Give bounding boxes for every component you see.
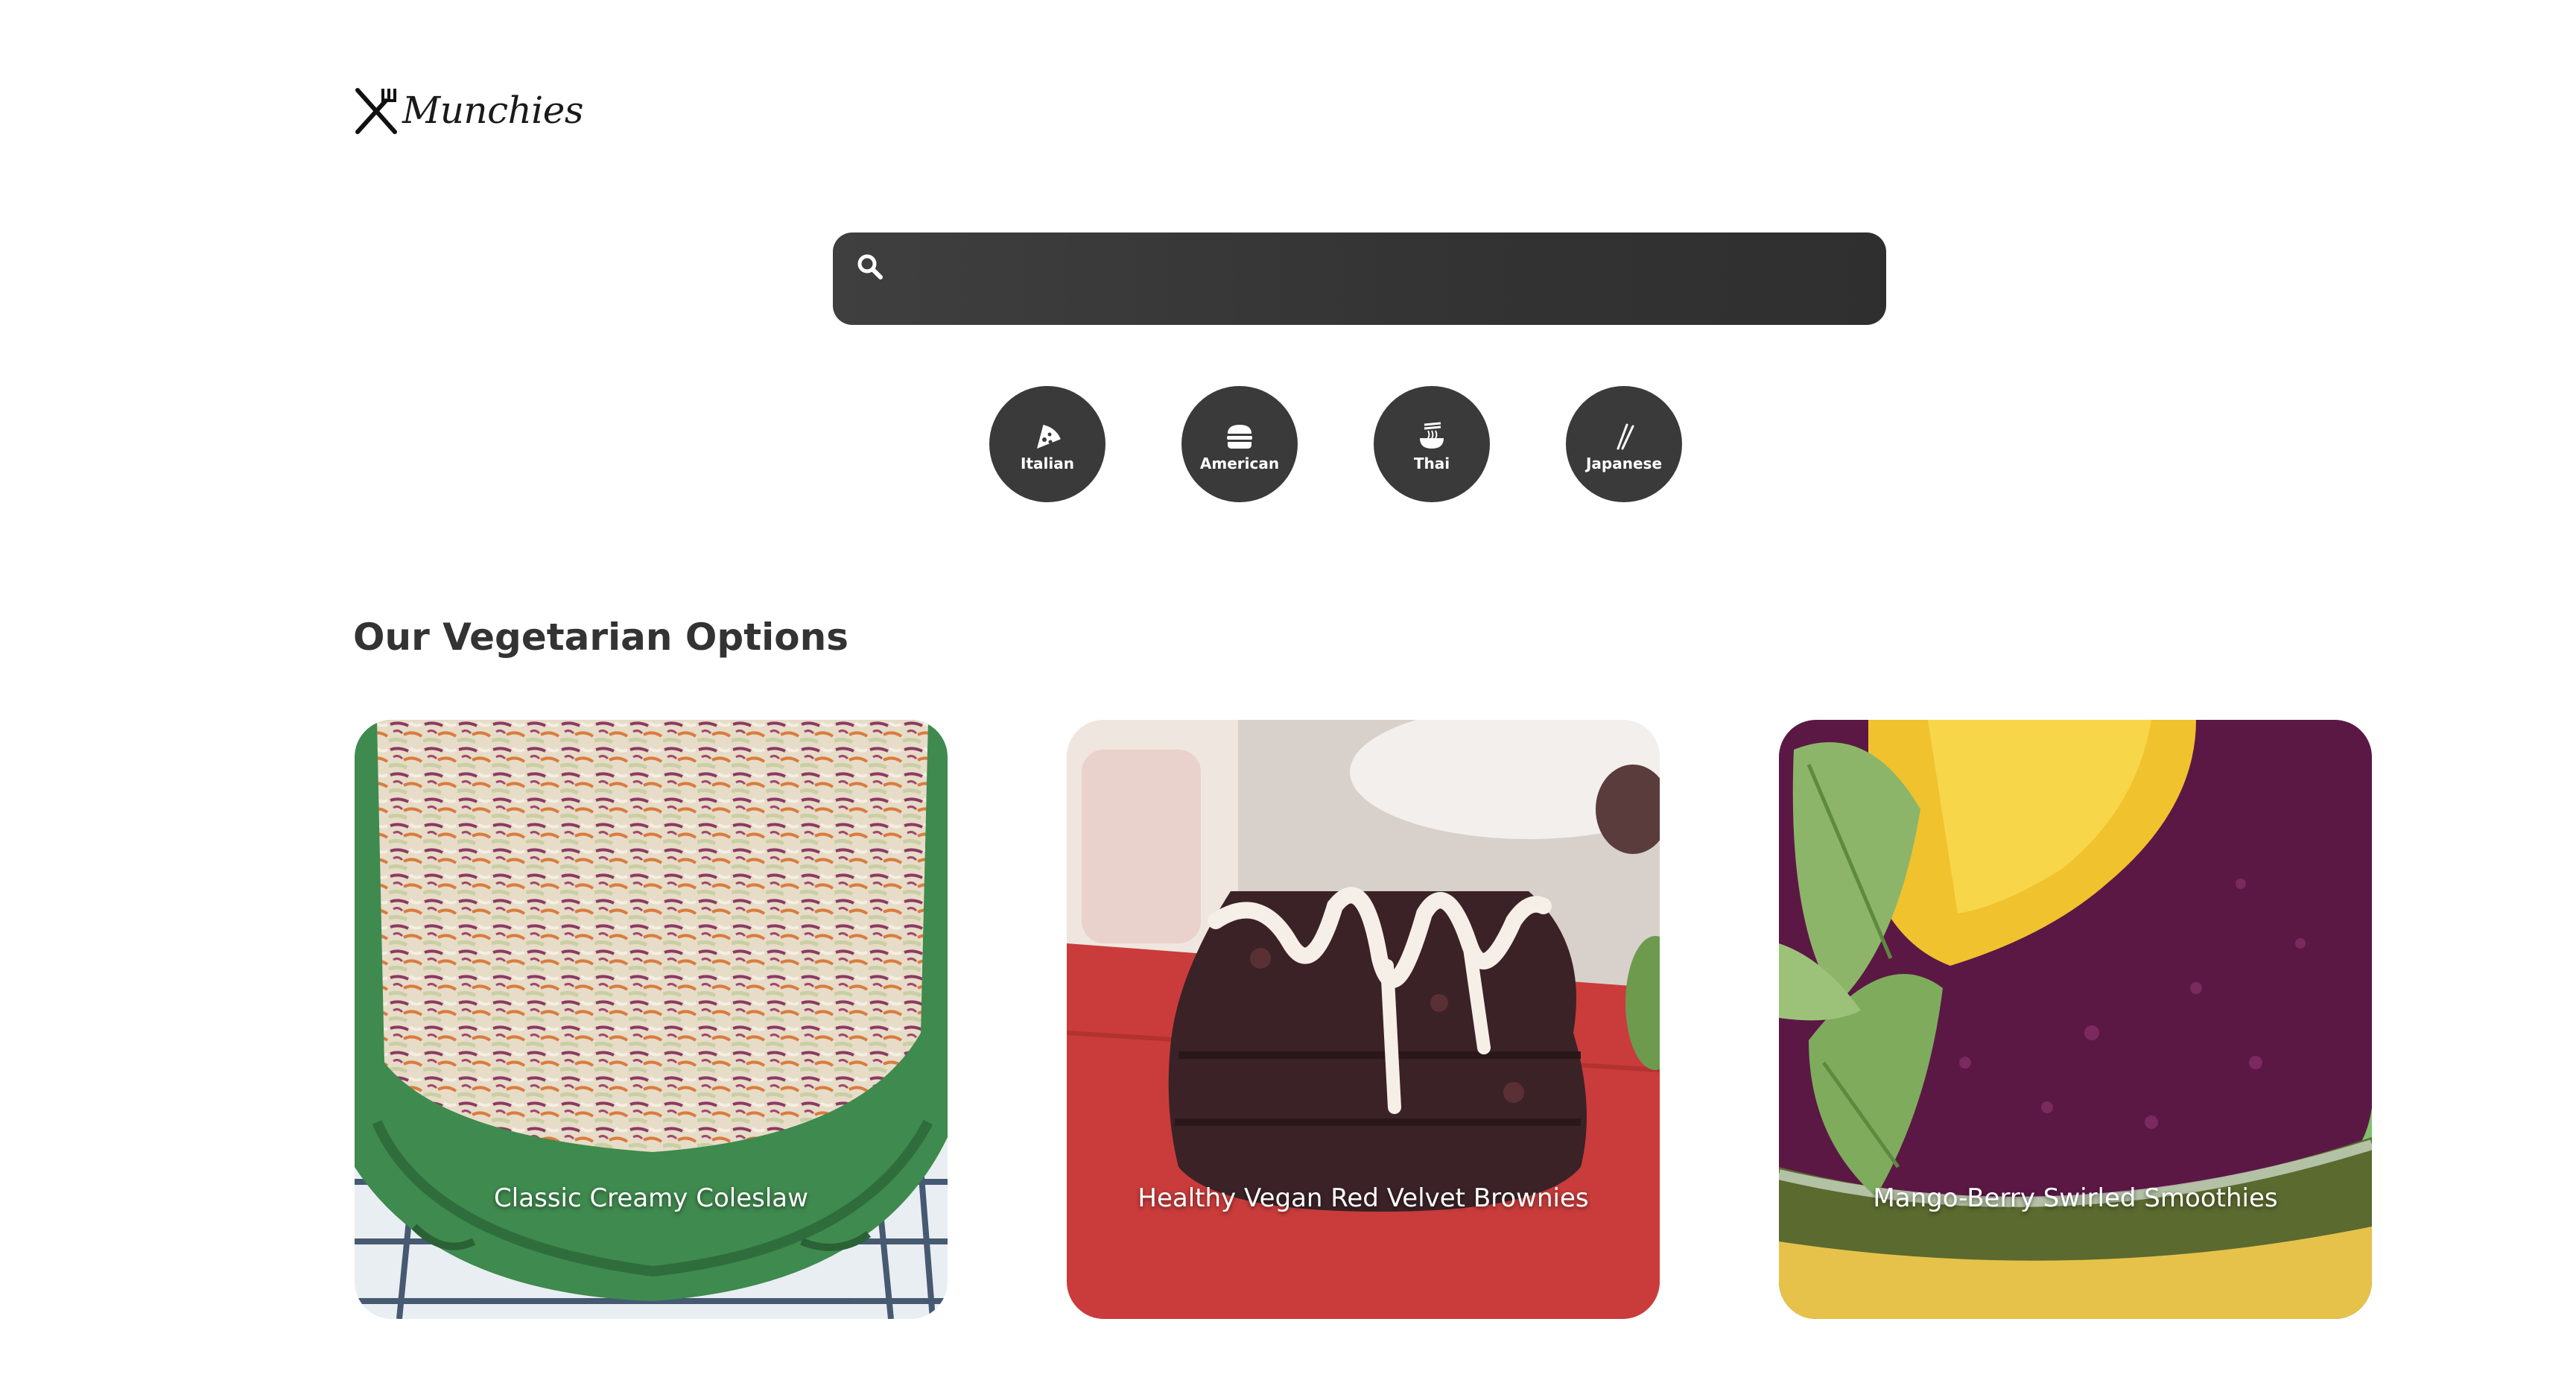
recipe-title: Mango-Berry Swirled Smoothies	[1873, 1183, 2278, 1213]
chopsticks-icon	[1617, 423, 1634, 450]
noodle-bowl-icon	[1420, 422, 1444, 449]
search-input[interactable]	[900, 232, 1871, 326]
recipe-title: Classic Creamy Coleslaw	[494, 1183, 808, 1213]
pizza-icon	[1037, 425, 1061, 449]
cuisine-button-japanese[interactable]: Japanese	[1566, 386, 1682, 502]
cuisine-label: Thai	[1413, 455, 1450, 472]
section-title: Our Vegetarian Options	[353, 616, 848, 659]
recipe-image-brownies	[1067, 720, 1660, 1319]
burger-icon	[1227, 425, 1252, 449]
logo-text: Munchies	[402, 89, 584, 132]
cuisine-label: Italian	[1021, 455, 1074, 472]
cuisine-button-thai[interactable]: Thai	[1374, 386, 1490, 502]
recipe-image-smoothies	[1779, 720, 2372, 1319]
recipe-card-brownies[interactable]: Healthy Vegan Red Velvet Brownies	[1067, 720, 1660, 1319]
cuisine-filters: Italian American Thai Japanese	[989, 386, 1682, 502]
fork-knife-icon	[355, 88, 397, 134]
recipe-card-coleslaw[interactable]: Classic Creamy Coleslaw	[355, 720, 948, 1319]
cuisine-label: Japanese	[1585, 455, 1663, 472]
recipe-image-coleslaw	[355, 720, 948, 1319]
logo-link[interactable]: Munchies	[353, 80, 584, 140]
search-icon	[857, 254, 883, 279]
page: Munchies Italian American Thai Japanese …	[0, 0, 2576, 1389]
cuisine-button-american[interactable]: American	[1181, 386, 1298, 502]
recipe-card-smoothies[interactable]: Mango-Berry Swirled Smoothies	[1779, 720, 2372, 1319]
recipe-title: Healthy Vegan Red Velvet Brownies	[1138, 1183, 1589, 1213]
cuisine-button-italian[interactable]: Italian	[989, 386, 1105, 502]
search-bar[interactable]	[833, 232, 1886, 326]
cuisine-label: American	[1199, 455, 1280, 472]
